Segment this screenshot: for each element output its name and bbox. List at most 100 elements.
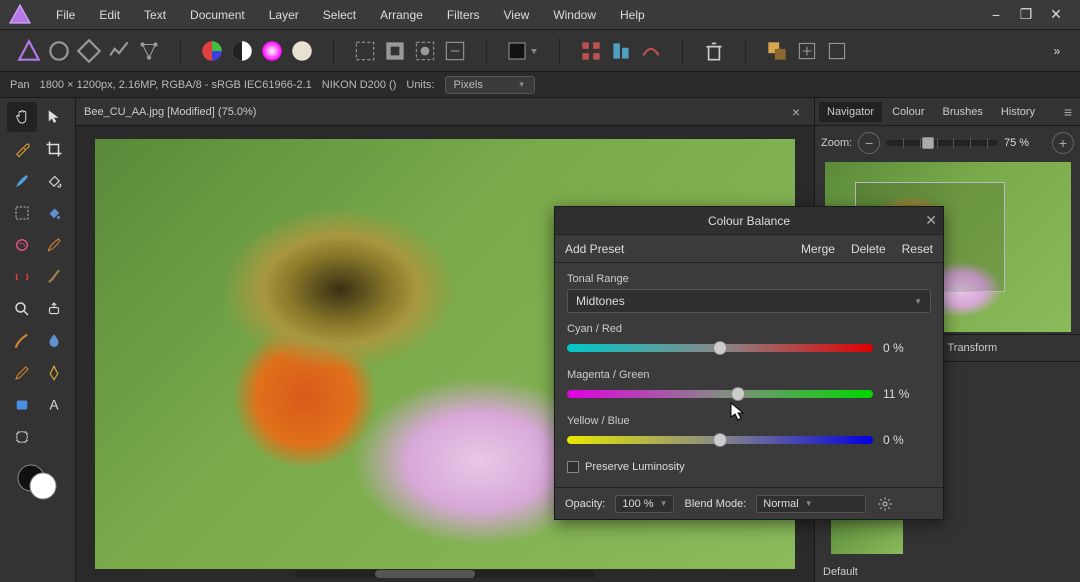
cyan-red-slider[interactable]: [567, 344, 873, 352]
yellow-blue-knob[interactable]: [713, 433, 727, 447]
paint-brush-tool-icon[interactable]: [7, 166, 37, 196]
colour-balance-title: Colour Balance: [708, 214, 790, 228]
selection-brush-tool-icon[interactable]: [39, 230, 69, 260]
document-dims-label: 1800 × 1200px, 2.16MP, RGBA/8 - sRGB IEC…: [40, 79, 312, 91]
magenta-green-knob[interactable]: [731, 387, 745, 401]
mesh-warp-tool-icon[interactable]: [7, 422, 37, 452]
yellow-blue-value[interactable]: 0 %: [883, 433, 931, 447]
gradient-tool-icon[interactable]: [39, 198, 69, 228]
fill-swatch-icon[interactable]: [505, 38, 541, 64]
history-tab[interactable]: History: [993, 102, 1043, 122]
refine-selection-icon[interactable]: [442, 38, 468, 64]
zoom-in-button[interactable]: +: [1052, 132, 1074, 154]
reset-button[interactable]: Reset: [902, 242, 933, 256]
text-tool-icon[interactable]: A: [39, 390, 69, 420]
blend-mode-select[interactable]: Normal ▼: [756, 495, 866, 513]
opacity-select[interactable]: 100 % ▼: [615, 495, 674, 513]
hand-tool-icon[interactable]: [7, 102, 37, 132]
selection-marquee-icon[interactable]: [352, 38, 378, 64]
foreground-background-colour[interactable]: [2, 462, 73, 502]
crop-tool-icon[interactable]: [39, 134, 69, 164]
navigator-tab[interactable]: Navigator: [819, 102, 882, 122]
transform-tab[interactable]: Transform: [939, 338, 1005, 358]
pen-tool-icon[interactable]: [39, 358, 69, 388]
marquee-tool-icon[interactable]: [7, 198, 37, 228]
menu-view[interactable]: View: [492, 4, 542, 26]
delete-button[interactable]: Delete: [851, 242, 886, 256]
chromatic-wheel-icon[interactable]: [259, 38, 285, 64]
colour-tab[interactable]: Colour: [884, 102, 932, 122]
stack-layers-icon[interactable]: [764, 38, 790, 64]
solid-circle-icon[interactable]: [289, 38, 315, 64]
horizontal-scrollbar[interactable]: [295, 570, 595, 578]
menu-document[interactable]: Document: [178, 4, 257, 26]
magenta-green-slider[interactable]: [567, 390, 873, 398]
blur-tool-icon[interactable]: [39, 326, 69, 356]
flood-fill-tool-icon[interactable]: [39, 166, 69, 196]
menu-select[interactable]: Select: [311, 4, 368, 26]
brushes-tab[interactable]: Brushes: [934, 102, 990, 122]
menu-file[interactable]: File: [44, 4, 87, 26]
colour-balance-panel[interactable]: Colour Balance ✕ Add Preset Merge Delete…: [554, 206, 944, 520]
panel-close-icon[interactable]: ✕: [925, 212, 937, 229]
yellow-blue-label: Yellow / Blue: [567, 415, 931, 427]
blend-mode-label: Blend Mode:: [684, 498, 746, 510]
colour-balance-titlebar[interactable]: Colour Balance ✕: [555, 207, 943, 235]
move-tool-icon[interactable]: [39, 102, 69, 132]
split-circle-icon[interactable]: [229, 38, 255, 64]
develop-persona-icon[interactable]: [76, 38, 102, 64]
add-preset-button[interactable]: Add Preset: [565, 242, 624, 256]
trash-icon[interactable]: [701, 38, 727, 64]
document-tab-bar: Bee_CU_AA.jpg [Modified] (75.0%) ×: [76, 98, 814, 126]
sponge-tool-icon[interactable]: [7, 230, 37, 260]
quick-mask-icon[interactable]: [412, 38, 438, 64]
menu-help[interactable]: Help: [608, 4, 657, 26]
zoom-slider[interactable]: [886, 140, 998, 146]
menu-edit[interactable]: Edit: [87, 4, 132, 26]
clone-tool-icon[interactable]: [39, 294, 69, 324]
panel-options-icon[interactable]: ≡: [1060, 104, 1076, 120]
grid-arrange-icon[interactable]: [578, 38, 604, 64]
liquify-persona-icon[interactable]: [46, 38, 72, 64]
align-icon[interactable]: [608, 38, 634, 64]
cyan-red-value[interactable]: 0 %: [883, 341, 931, 355]
chevron-down-icon: ▼: [660, 499, 668, 508]
dodge-tool-icon[interactable]: [7, 326, 37, 356]
menu-filters[interactable]: Filters: [435, 4, 492, 26]
colour-picker-tool-icon[interactable]: [7, 134, 37, 164]
smudge-tool-icon[interactable]: [39, 262, 69, 292]
photo-persona-icon[interactable]: [16, 38, 42, 64]
tone-map-persona-icon[interactable]: [106, 38, 132, 64]
zoom-out-button[interactable]: −: [858, 132, 880, 154]
gear-icon[interactable]: [876, 495, 894, 513]
toolbar-overflow-icon[interactable]: »: [1044, 38, 1070, 64]
zoom-tool-icon[interactable]: [7, 294, 37, 324]
tool-palette: A: [0, 98, 76, 582]
magenta-green-value[interactable]: 11 %: [883, 387, 931, 401]
add-layer-icon[interactable]: [794, 38, 820, 64]
merge-button[interactable]: Merge: [801, 242, 835, 256]
yellow-blue-slider[interactable]: [567, 436, 873, 444]
menu-window[interactable]: Window: [541, 4, 608, 26]
transform-icon[interactable]: [638, 38, 664, 64]
menu-text[interactable]: Text: [132, 4, 178, 26]
document-tab[interactable]: Bee_CU_AA.jpg [Modified] (75.0%): [84, 106, 256, 118]
tonal-range-select[interactable]: Midtones ▼: [567, 289, 931, 313]
document-tab-close-icon[interactable]: ×: [792, 104, 800, 120]
cyan-red-knob[interactable]: [713, 341, 727, 355]
window-minimize-button[interactable]: −: [988, 7, 1004, 23]
menu-arrange[interactable]: Arrange: [368, 4, 435, 26]
colour-wheel-icon[interactable]: [199, 38, 225, 64]
checkbox-icon[interactable]: [567, 461, 579, 473]
units-select[interactable]: Pixels ▼: [445, 76, 535, 94]
window-close-button[interactable]: ✕: [1048, 7, 1064, 23]
red-eye-tool-icon[interactable]: [7, 262, 37, 292]
pencil-tool-icon[interactable]: [7, 358, 37, 388]
preserve-luminosity-checkbox[interactable]: Preserve Luminosity: [567, 461, 931, 473]
menu-layer[interactable]: Layer: [257, 4, 311, 26]
window-maximize-button[interactable]: ❐: [1018, 7, 1034, 23]
export-persona-icon[interactable]: [136, 38, 162, 64]
rectangle-tool-icon[interactable]: [7, 390, 37, 420]
layer-options-icon[interactable]: [824, 38, 850, 64]
selection-invert-icon[interactable]: [382, 38, 408, 64]
